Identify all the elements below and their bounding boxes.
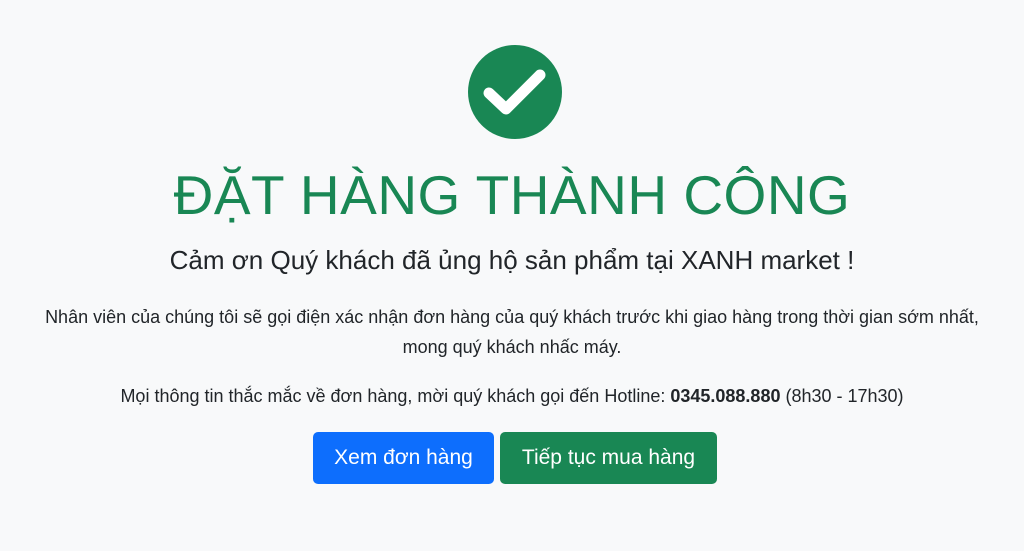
checkmark-icon [483, 69, 546, 115]
check-circle-icon [468, 45, 562, 139]
order-success-page: ĐẶT HÀNG THÀNH CÔNG Cảm ơn Quý khách đã … [0, 0, 1024, 551]
view-orders-button[interactable]: Xem đơn hàng [313, 432, 494, 484]
confirmation-notice: Nhân viên của chúng tôi sẽ gọi điện xác … [45, 307, 979, 357]
page-title: ĐẶT HÀNG THÀNH CÔNG [173, 164, 851, 226]
continue-shopping-button[interactable]: Tiếp tục mua hàng [500, 432, 717, 484]
hotline-hours: (8h30 - 17h30) [780, 386, 904, 406]
hotline-number: 0345.088.880 [670, 386, 781, 406]
hotline-prefix: Mọi thông tin thắc mắc về đơn hàng, mời … [120, 386, 671, 406]
thank-you-message: Cảm ơn Quý khách đã ủng hộ sản phẩm tại … [169, 245, 855, 275]
hotline-info: Mọi thông tin thắc mắc về đơn hàng, mời … [0, 381, 1024, 411]
